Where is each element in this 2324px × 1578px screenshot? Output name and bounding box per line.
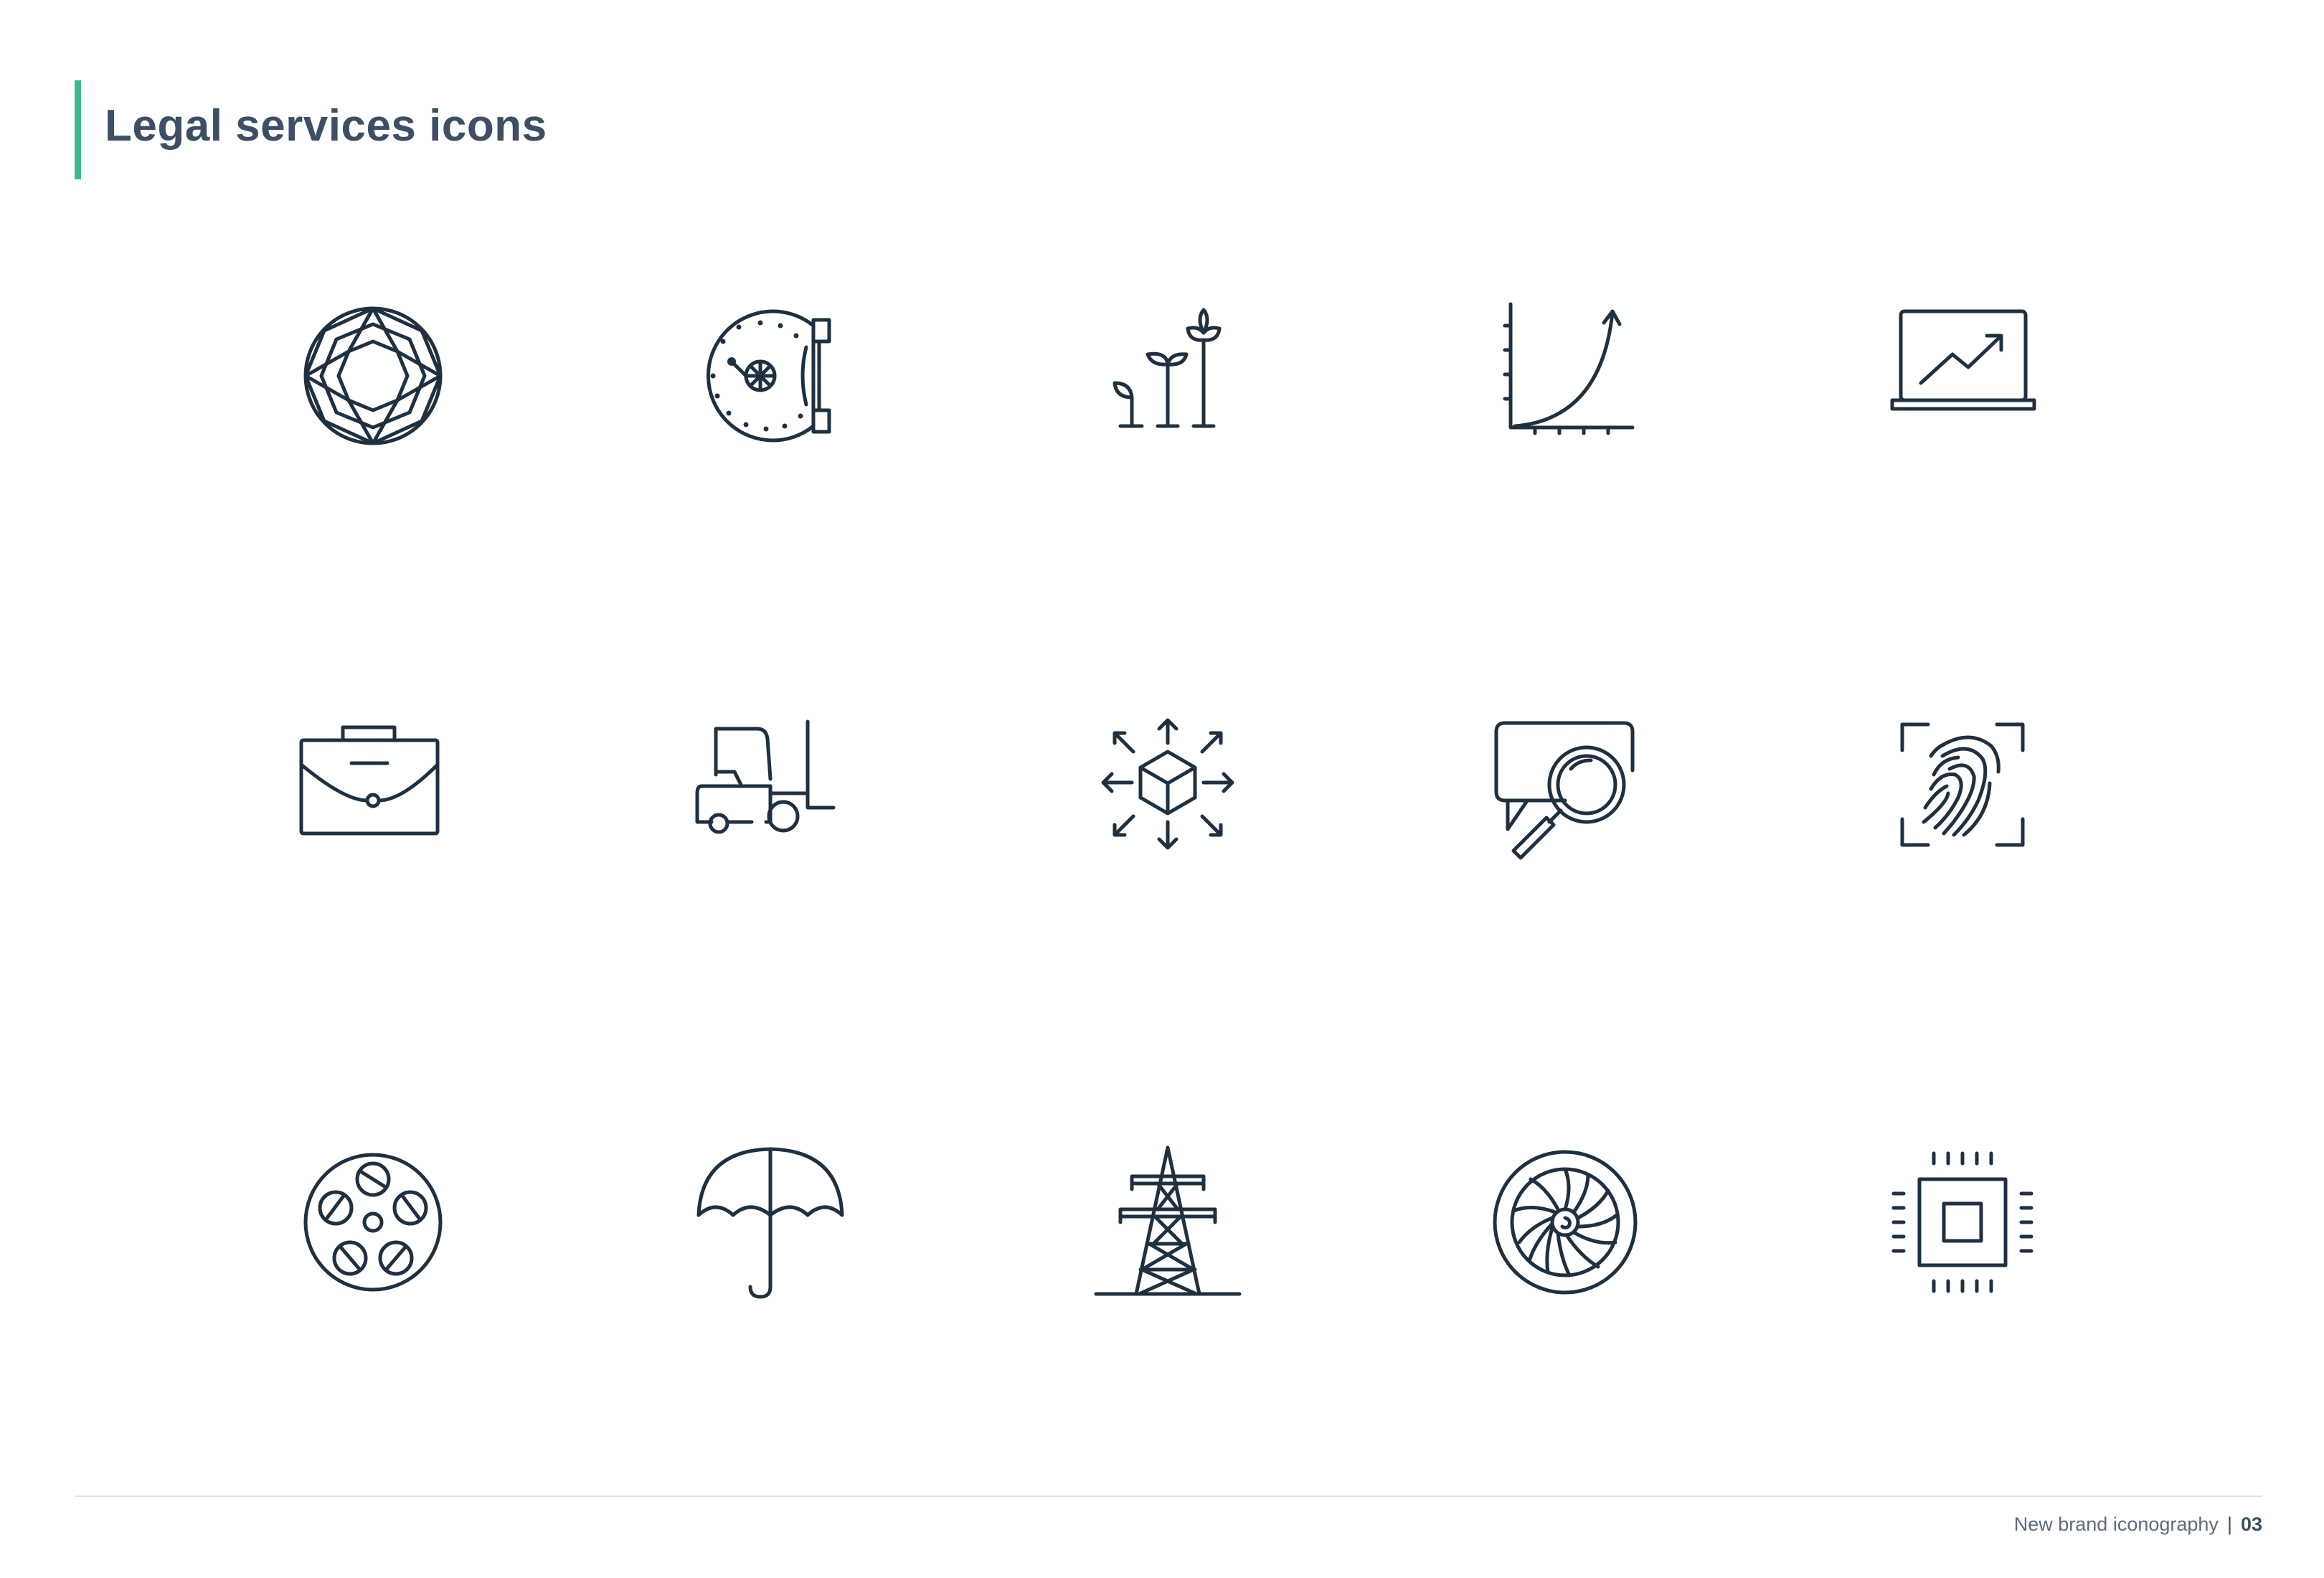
power-pylon-icon bbox=[1089, 1143, 1247, 1301]
search-chat-icon bbox=[1486, 714, 1644, 872]
forklift-icon bbox=[691, 714, 849, 872]
fingerprint-scan-icon bbox=[1884, 714, 2041, 872]
distribution-cube-icon bbox=[1089, 714, 1247, 872]
growing-plants-icon bbox=[1089, 297, 1247, 455]
film-reel-icon bbox=[294, 1143, 452, 1301]
gemstone-icon bbox=[294, 297, 452, 455]
briefcase-icon bbox=[294, 714, 452, 872]
umbrella-icon bbox=[691, 1143, 849, 1301]
footer-label: New brand iconography bbox=[2013, 1513, 2219, 1535]
footer-separator: | bbox=[2226, 1513, 2232, 1535]
page-title: Legal services icons bbox=[105, 101, 547, 151]
footer-divider bbox=[75, 1496, 2262, 1497]
exponential-growth-chart-icon bbox=[1486, 297, 1644, 455]
page-number: 03 bbox=[2240, 1513, 2262, 1535]
footer: New brand iconography | 03 bbox=[2014, 1513, 2262, 1536]
vault-safe-icon bbox=[691, 297, 849, 455]
laptop-trend-icon bbox=[1884, 297, 2041, 455]
microchip-icon bbox=[1884, 1143, 2041, 1301]
title-accent-bar bbox=[75, 80, 81, 179]
turbine-engine-icon bbox=[1486, 1143, 1644, 1301]
